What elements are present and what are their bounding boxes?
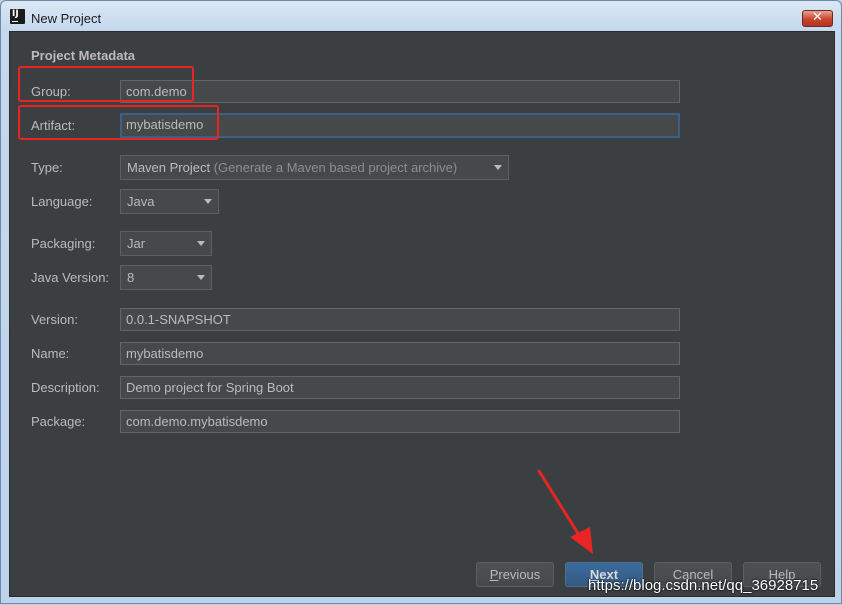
java-version-label: Java Version:: [31, 270, 110, 285]
packaging-select[interactable]: Jar: [120, 231, 212, 256]
group-label: Group:: [31, 84, 71, 99]
java-version-select-value: 8: [127, 270, 135, 285]
new-project-window: IJ New Project ✕ Project Metadata Group:…: [0, 0, 842, 604]
watermark-text: https://blog.csdn.net/qq_36928715: [588, 577, 819, 594]
language-label: Language:: [31, 194, 93, 209]
chevron-down-icon: [494, 165, 502, 170]
dialog-content: Project Metadata Group: com.demo Artifac…: [9, 31, 835, 597]
artifact-label: Artifact:: [31, 118, 76, 133]
name-input[interactable]: mybatisdemo: [120, 342, 680, 365]
type-label: Type:: [31, 160, 63, 175]
description-label: Description:: [31, 380, 100, 395]
close-button[interactable]: ✕: [802, 10, 833, 27]
name-label: Name:: [31, 346, 70, 361]
type-select[interactable]: Maven Project (Generate a Maven based pr…: [120, 155, 509, 180]
packaging-select-value: Jar: [127, 236, 146, 251]
chevron-down-icon: [197, 241, 205, 246]
type-select-hint: (Generate a Maven based project archive): [213, 160, 458, 175]
chevron-down-icon: [204, 199, 212, 204]
package-label: Package:: [31, 414, 86, 429]
previous-label: revious: [498, 567, 541, 582]
version-input[interactable]: 0.0.1-SNAPSHOT: [120, 308, 680, 331]
language-select-value: Java: [127, 194, 155, 209]
group-input[interactable]: com.demo: [120, 80, 680, 103]
package-input[interactable]: com.demo.mybatisdemo: [120, 410, 680, 433]
section-title: Project Metadata: [31, 48, 136, 63]
title-bar[interactable]: IJ New Project ✕: [1, 1, 841, 31]
chevron-down-icon: [197, 275, 205, 280]
window-title: New Project: [31, 11, 102, 26]
java-version-select[interactable]: 8: [120, 265, 212, 290]
artifact-input[interactable]: mybatisdemo: [120, 113, 680, 138]
description-input[interactable]: Demo project for Spring Boot: [120, 376, 680, 399]
previous-button[interactable]: Previous: [476, 562, 554, 587]
language-select[interactable]: Java: [120, 189, 219, 214]
packaging-label: Packaging:: [31, 236, 96, 251]
type-select-value: Maven Project: [127, 160, 211, 175]
version-label: Version:: [31, 312, 78, 327]
intellij-app-icon: IJ: [10, 9, 25, 24]
